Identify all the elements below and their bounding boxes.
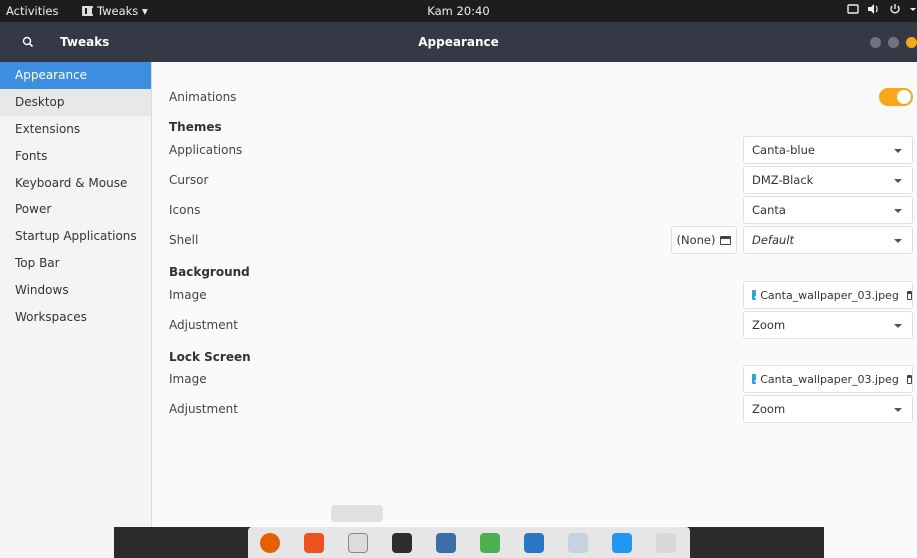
animations-label: Animations: [169, 90, 237, 104]
lock-adjustment-combo[interactable]: Zoom: [743, 395, 913, 423]
themes-heading: Themes: [169, 120, 222, 134]
dock-reveal-handle[interactable]: [331, 505, 383, 522]
app-grid-icon[interactable]: [656, 533, 676, 553]
lock-adjustment-label: Adjustment: [169, 402, 238, 416]
software-icon[interactable]: [304, 533, 324, 553]
shell-theme-combo[interactable]: Default: [743, 226, 913, 254]
close-button[interactable]: [906, 37, 917, 48]
sidebar-item-startup-applications[interactable]: Startup Applications: [0, 223, 151, 250]
chevron-down-icon: [894, 408, 902, 412]
page-title: Appearance: [418, 35, 499, 49]
screen-icon: [847, 4, 859, 14]
background-adjustment-combo[interactable]: Zoom: [743, 311, 913, 339]
chevron-down-icon: [894, 179, 902, 183]
background-heading: Background: [169, 265, 250, 279]
icons-label: Icons: [169, 203, 201, 217]
lock-screen-heading: Lock Screen: [169, 350, 251, 364]
shell-theme-value: Default: [752, 233, 795, 247]
sidebar-item-keyboard-mouse[interactable]: Keyboard & Mouse: [0, 169, 151, 196]
layers-icon[interactable]: [480, 533, 500, 553]
lock-image-value: Canta_wallpaper_03.jpeg: [760, 372, 899, 386]
power-icon: [890, 4, 900, 14]
writer-icon[interactable]: [524, 533, 544, 553]
tweaks-icon[interactable]: [348, 533, 368, 553]
cursor-row: Cursor DMZ-Black: [169, 165, 917, 195]
system-top-bar: Activities Tweaks ▾ Kam 20:40: [0, 0, 917, 22]
icons-row: Icons Canta: [169, 195, 917, 225]
maximize-button[interactable]: [888, 37, 899, 48]
background-image-row: Image Canta_wallpaper_03.jpeg: [169, 280, 917, 310]
terminal-icon[interactable]: [392, 533, 412, 553]
chevron-down-icon: [894, 209, 902, 213]
image-file-icon: [752, 374, 761, 384]
lock-adjustment-row: Adjustment Zoom: [169, 394, 917, 424]
background-image-value: Canta_wallpaper_03.jpeg: [760, 288, 899, 302]
background-adjustment-value: Zoom: [752, 318, 786, 332]
clock[interactable]: Kam 20:40: [0, 4, 917, 18]
applications-theme-value: Canta-blue: [752, 143, 815, 157]
shell-file-chooser-button[interactable]: (None): [671, 226, 737, 254]
background-adjustment-row: Adjustment Zoom: [169, 310, 917, 340]
chevron-down-icon: [894, 324, 902, 328]
text-editor-icon[interactable]: [568, 533, 588, 553]
chevron-down-icon: [894, 149, 902, 153]
folder-open-icon: [720, 235, 732, 245]
appearance-panel: Animations Themes Applications Canta-blu…: [153, 62, 917, 558]
sidebar-item-windows[interactable]: Windows: [0, 276, 151, 303]
sidebar: Appearance Desktop Extensions Fonts Keyb…: [0, 62, 152, 558]
cursor-theme-combo[interactable]: DMZ-Black: [743, 166, 913, 194]
sidebar-item-top-bar[interactable]: Top Bar: [0, 250, 151, 277]
folder-open-icon: [906, 374, 912, 384]
sidebar-item-desktop[interactable]: Desktop: [0, 88, 151, 116]
background-image-label: Image: [169, 288, 207, 302]
folder-open-icon: [906, 290, 912, 300]
chevron-down-icon: [894, 239, 902, 243]
icons-theme-value: Canta: [752, 203, 786, 217]
volume-icon: [868, 4, 878, 14]
shell-label: Shell: [169, 233, 199, 247]
shell-none-label: (None): [676, 233, 716, 247]
window-controls: [870, 37, 917, 48]
applications-label: Applications: [169, 143, 243, 157]
background-image-chooser[interactable]: Canta_wallpaper_03.jpeg: [743, 281, 913, 309]
dock: [248, 527, 690, 558]
wps-icon[interactable]: [612, 533, 632, 553]
applications-theme-combo[interactable]: Canta-blue: [743, 136, 913, 164]
firefox-icon[interactable]: [260, 533, 280, 553]
sidebar-item-fonts[interactable]: Fonts: [0, 142, 151, 169]
sidebar-item-appearance[interactable]: Appearance: [0, 62, 151, 89]
system-menu-arrow-icon: [910, 8, 916, 11]
sidebar-item-workspaces[interactable]: Workspaces: [0, 303, 151, 330]
system-tray[interactable]: [847, 3, 917, 15]
animations-switch[interactable]: [879, 88, 913, 106]
minimize-button[interactable]: [870, 37, 881, 48]
files-icon[interactable]: [436, 533, 456, 553]
animations-row: Animations: [169, 82, 917, 112]
lock-image-row: Image Canta_wallpaper_03.jpeg: [169, 364, 917, 394]
dock-background: [114, 527, 824, 558]
icons-theme-combo[interactable]: Canta: [743, 196, 913, 224]
lock-image-label: Image: [169, 372, 207, 386]
background-adjustment-label: Adjustment: [169, 318, 238, 332]
image-file-icon: [752, 290, 761, 300]
applications-row: Applications Canta-blue: [169, 135, 917, 165]
cursor-label: Cursor: [169, 173, 209, 187]
sidebar-item-extensions[interactable]: Extensions: [0, 116, 151, 143]
sidebar-item-power[interactable]: Power: [0, 196, 151, 223]
shell-row: Shell (None) Default: [169, 225, 917, 255]
switch-knob: [897, 90, 911, 104]
header-bar: Tweaks Appearance: [0, 22, 917, 62]
lock-image-chooser[interactable]: Canta_wallpaper_03.jpeg: [743, 365, 913, 393]
cursor-theme-value: DMZ-Black: [752, 173, 814, 187]
lock-adjustment-value: Zoom: [752, 402, 786, 416]
